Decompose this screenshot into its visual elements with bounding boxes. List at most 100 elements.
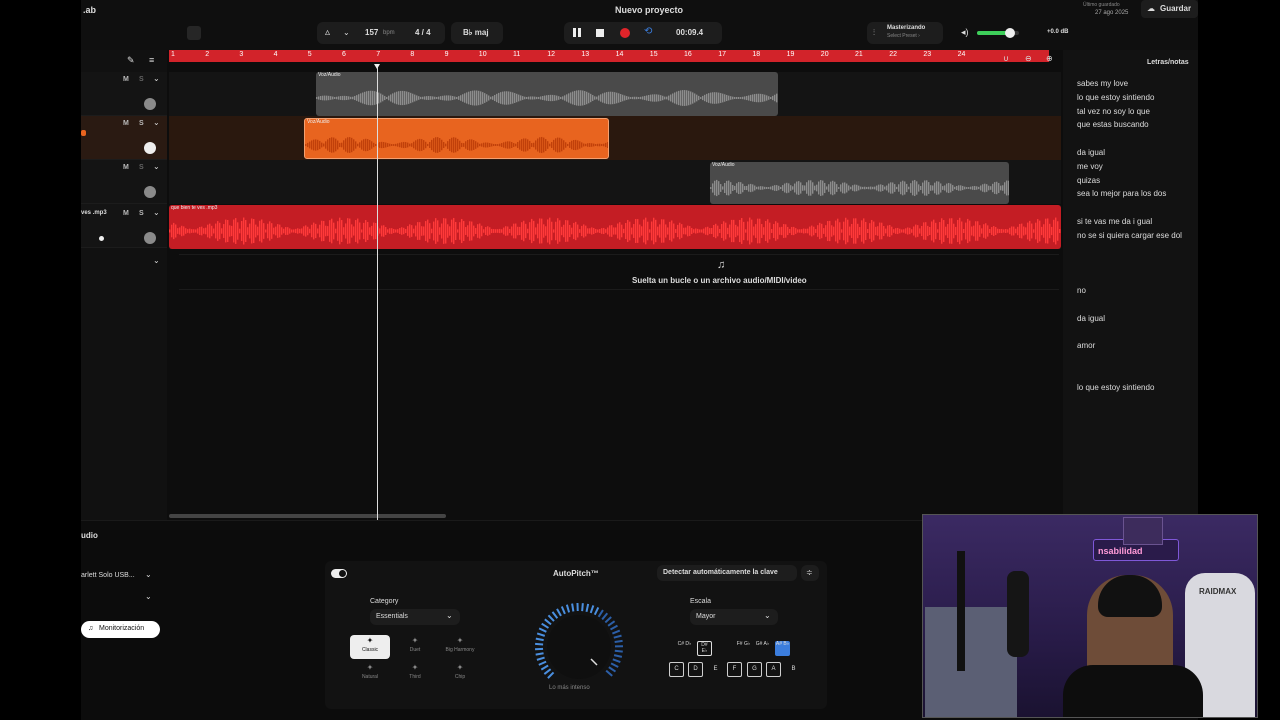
- preset-duet[interactable]: ✦ Duet: [395, 635, 435, 659]
- audio-clip[interactable]: Voz/Audio: [710, 162, 1009, 204]
- lyric-line[interactable]: quizas: [1077, 176, 1100, 185]
- white-key-d[interactable]: D: [688, 662, 703, 677]
- detect-key-button[interactable]: Detectar automáticamente la clave: [657, 565, 797, 581]
- mute-button[interactable]: M: [123, 120, 129, 127]
- lyric-line[interactable]: da igual: [1077, 314, 1105, 323]
- ruler-bar-3[interactable]: 3: [239, 51, 243, 58]
- lyrics-panel[interactable]: Letras/notas sabes my love lo que estoy s…: [1063, 50, 1198, 520]
- ruler-bar-6[interactable]: 6: [342, 51, 346, 58]
- ruler-bar-18[interactable]: 18: [752, 51, 760, 58]
- ruler-bar-13[interactable]: 13: [581, 51, 589, 58]
- track-name[interactable]: ves .mp3: [81, 210, 107, 216]
- ruler-bar-24[interactable]: 24: [958, 51, 966, 58]
- solo-button[interactable]: S: [139, 76, 144, 83]
- record-button[interactable]: [620, 28, 630, 38]
- chevron-down-icon[interactable]: ⌄: [153, 256, 160, 265]
- playhead-marker[interactable]: [374, 64, 380, 69]
- chevron-down-icon[interactable]: ⌄: [153, 208, 160, 217]
- pencil-icon[interactable]: ✎: [127, 55, 135, 66]
- solo-button[interactable]: S: [139, 120, 144, 127]
- preset-natural[interactable]: ✦ Natural: [350, 662, 390, 686]
- ruler-bar-2[interactable]: 2: [205, 51, 209, 58]
- lyric-line[interactable]: me voy: [1077, 162, 1103, 171]
- playhead[interactable]: [377, 66, 378, 520]
- black-key[interactable]: C# D♭: [677, 641, 692, 656]
- audio-clip[interactable]: Voz/Audio: [316, 72, 778, 116]
- tempo-value[interactable]: 157: [365, 28, 378, 37]
- volume-handle[interactable]: [1005, 28, 1015, 38]
- ruler-bar-12[interactable]: 12: [547, 51, 555, 58]
- ruler-bar-7[interactable]: 7: [376, 51, 380, 58]
- zoom-in-icon[interactable]: ⊕: [1046, 54, 1053, 63]
- grid-toggle-button[interactable]: [187, 26, 201, 40]
- track-header-4[interactable]: ves .mp3 M S ⌄: [81, 204, 167, 248]
- volume-slider[interactable]: [977, 28, 1019, 38]
- ruler-bar-8[interactable]: 8: [410, 51, 414, 58]
- pause-icon[interactable]: [573, 28, 576, 37]
- ruler-bar-17[interactable]: 17: [718, 51, 726, 58]
- category-select[interactable]: Essentials ⌄: [370, 609, 460, 625]
- solo-button[interactable]: S: [139, 164, 144, 171]
- ruler-bar-21[interactable]: 21: [855, 51, 863, 58]
- audio-clip[interactable]: que bien te ves .mp3: [169, 205, 1061, 249]
- pan-knob[interactable]: [144, 232, 156, 244]
- black-key[interactable]: D# E♭: [697, 641, 712, 656]
- ruler-bar-20[interactable]: 20: [821, 51, 829, 58]
- ruler-bar-14[interactable]: 14: [616, 51, 624, 58]
- ruler-bar-9[interactable]: 9: [445, 51, 449, 58]
- ruler-bar-19[interactable]: 19: [787, 51, 795, 58]
- input-channel-select[interactable]: ⌄: [81, 591, 159, 605]
- ruler-bar-10[interactable]: 10: [479, 51, 487, 58]
- white-key-g[interactable]: G: [747, 662, 762, 677]
- lyric-line[interactable]: no: [1077, 286, 1086, 295]
- lyric-line[interactable]: da igual: [1077, 148, 1105, 157]
- black-key[interactable]: A# B♭: [775, 641, 790, 656]
- black-key[interactable]: F# G♭: [736, 641, 751, 656]
- ruler-bar-1[interactable]: 1: [171, 51, 175, 58]
- monitor-button[interactable]: ♫ Monitorización: [81, 621, 160, 638]
- track-header-3[interactable]: M S ⌄: [81, 160, 167, 204]
- intensity-knob[interactable]: [533, 603, 625, 687]
- volume-dot[interactable]: [99, 236, 104, 241]
- settings-button[interactable]: ≑: [801, 565, 819, 581]
- chevron-down-icon[interactable]: ⌄: [153, 162, 160, 171]
- key-selector[interactable]: B♭ maj: [451, 22, 503, 44]
- track-lane-4[interactable]: que bien te ves .mp3: [169, 205, 1061, 249]
- ruler-bar-23[interactable]: 23: [923, 51, 931, 58]
- white-key-f[interactable]: F: [727, 662, 742, 677]
- white-key-c[interactable]: C: [669, 662, 684, 677]
- mute-button[interactable]: M: [123, 164, 129, 171]
- ruler-bar-16[interactable]: 16: [684, 51, 692, 58]
- chevron-down-icon[interactable]: ⌄: [343, 28, 350, 37]
- pan-knob[interactable]: [144, 142, 156, 154]
- lyric-line[interactable]: lo que estoy sintiendo: [1077, 383, 1154, 392]
- input-device-select[interactable]: arlett Solo USB... ⌄: [81, 569, 159, 583]
- ruler-bar-11[interactable]: 11: [513, 51, 520, 58]
- white-key-a[interactable]: A: [766, 662, 781, 677]
- ruler-bar-22[interactable]: 22: [889, 51, 897, 58]
- preset-third[interactable]: ✦ Third: [395, 662, 435, 686]
- save-button[interactable]: ☁ Guardar: [1141, 0, 1198, 18]
- lyric-line[interactable]: lo que estoy sintiendo: [1077, 93, 1154, 102]
- preset-big-harmony[interactable]: ✦ Big Harmony: [440, 635, 480, 659]
- lyric-line[interactable]: sabes my love: [1077, 79, 1128, 88]
- track-header-1[interactable]: M S ⌄: [81, 72, 167, 116]
- track-header-2[interactable]: M S ⌄: [81, 116, 167, 160]
- chevron-down-icon[interactable]: ⌄: [153, 118, 160, 127]
- lyric-line[interactable]: no se si quiera cargar ese dol: [1077, 231, 1182, 240]
- pan-knob[interactable]: [144, 186, 156, 198]
- plugin-toggle[interactable]: [331, 569, 347, 578]
- zoom-out-icon[interactable]: ⊖: [1025, 54, 1032, 63]
- time-signature[interactable]: 4 / 4: [415, 28, 431, 37]
- lyric-line[interactable]: si te vas me da i gual: [1077, 217, 1152, 226]
- preset-chip[interactable]: ✦ Chip: [440, 662, 480, 686]
- ruler-bar-15[interactable]: 15: [650, 51, 658, 58]
- track-lane-3[interactable]: Voz/Audio: [169, 160, 1061, 204]
- project-title[interactable]: Nuevo proyecto: [615, 5, 683, 15]
- drop-zone[interactable]: ♫ Suelta un bucle o un archivo audio/MID…: [179, 254, 1059, 290]
- timeline-ruler[interactable]: 1 2 3 4 5 6 7 8 9 10 11 12 13 14 15 16 17 18 19 20 21 22 23 24: [169, 50, 1049, 62]
- lyric-line[interactable]: amor: [1077, 341, 1095, 350]
- stop-button[interactable]: [596, 29, 604, 37]
- lyric-line[interactable]: tal vez no soy lo que: [1077, 107, 1150, 116]
- filter-icon[interactable]: ≡: [149, 55, 154, 65]
